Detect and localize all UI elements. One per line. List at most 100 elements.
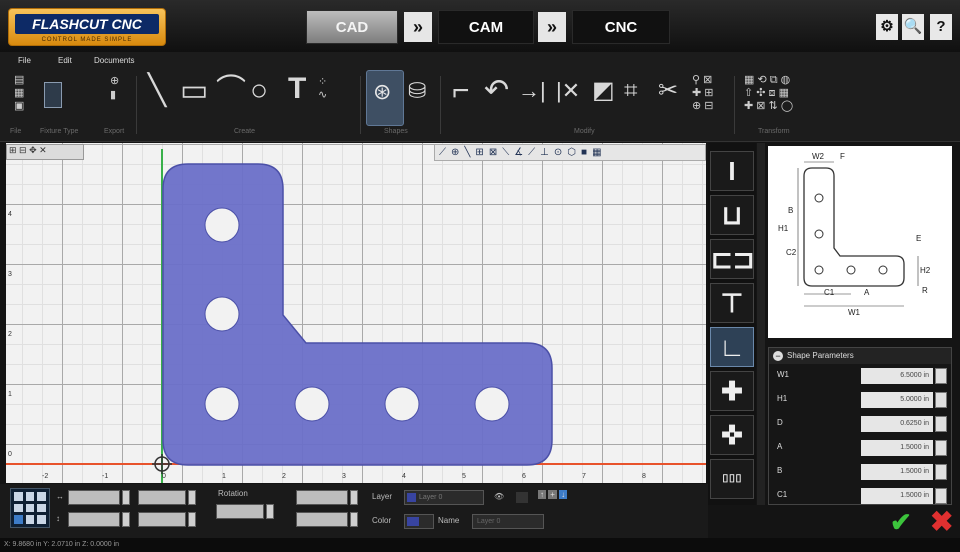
shape-double-channel[interactable]: ⊏⊐ xyxy=(710,239,755,279)
param-h1-input[interactable]: 5.0000 in xyxy=(861,392,933,408)
y-position-spinner[interactable] xyxy=(350,512,358,527)
snap-icon[interactable]: ⟋ xyxy=(439,147,446,158)
width-spinner[interactable] xyxy=(122,490,130,505)
fillet-tool-icon[interactable]: ⌐ xyxy=(452,76,470,106)
view-toolbar[interactable]: ⊞ ⊟ ✥ ✕ xyxy=(6,144,84,160)
new-file-icon[interactable]: ▤ xyxy=(14,74,24,87)
open-file-icon[interactable]: ▦ xyxy=(14,87,24,100)
menu-file[interactable]: File xyxy=(18,56,31,65)
snap-icon[interactable]: ╲ xyxy=(464,147,470,158)
anchor-grid[interactable] xyxy=(10,488,50,528)
param-spinner[interactable] xyxy=(935,416,947,432)
shape-channel[interactable]: ⊔ xyxy=(710,195,754,235)
bracket-hole[interactable] xyxy=(294,386,330,422)
transform-row-1-icon[interactable]: ▦ ⟲ ⧉ ◍ xyxy=(744,74,793,87)
join-tool-icon[interactable]: ◩ xyxy=(592,76,615,106)
layer-down-icon[interactable]: ↓ xyxy=(559,490,568,499)
shape-strip-scrollbar[interactable] xyxy=(757,143,765,505)
color-select[interactable] xyxy=(404,514,434,529)
snap-icon[interactable]: ⊙ xyxy=(554,147,562,158)
snap-icon[interactable]: ⟍ xyxy=(502,147,509,158)
cancel-x-icon[interactable]: ✖ xyxy=(930,505,953,538)
snap-icon[interactable]: ⟋ xyxy=(528,147,535,158)
layer-up-icon[interactable]: ↑ xyxy=(538,490,546,499)
mirror-icon[interactable]: ⚲ ⊠ xyxy=(692,74,714,87)
settings-gear-icon[interactable]: ⚙ xyxy=(876,14,898,40)
snap-icon[interactable]: ⬡ xyxy=(567,147,576,158)
snap-icon[interactable]: ⊕ xyxy=(451,147,459,158)
transform-row-2-icon[interactable]: ⇧ ✣ ⧈ ▦ xyxy=(744,87,793,100)
fixture-type-icon[interactable] xyxy=(44,82,62,108)
text-tool-icon[interactable]: T xyxy=(288,74,306,104)
param-spinner[interactable] xyxy=(935,488,947,504)
param-spinner[interactable] xyxy=(935,392,947,408)
trim-tool-icon[interactable]: →| xyxy=(518,76,546,106)
menu-edit[interactable]: Edit xyxy=(58,56,72,65)
shape-parameters-header[interactable]: − Shape Parameters xyxy=(769,348,951,364)
shape-l-bracket[interactable]: ∟ xyxy=(710,327,754,367)
shape-plate[interactable]: ⌷⌷⌷ xyxy=(710,459,754,499)
bracket-hole[interactable] xyxy=(204,296,240,332)
anchor-point[interactable] xyxy=(37,515,46,524)
spline-tool-icon[interactable]: ∿ xyxy=(318,89,327,102)
height-spinner[interactable] xyxy=(122,512,130,527)
shape-flange[interactable]: ✜ xyxy=(710,415,754,455)
visibility-eye-icon[interactable]: 👁 xyxy=(494,492,504,501)
width-percent-spinner[interactable] xyxy=(188,490,196,505)
width-field[interactable] xyxy=(68,490,120,505)
point-tool-icon[interactable]: ⁘ xyxy=(318,76,327,89)
cad-snap-toolbar[interactable]: ⟋ ⊕ ╲ ⊞ ⊠ ⟍ ∡ ⟋ ⊥ ⊙ ⬡ ■ ▦ xyxy=(434,144,706,161)
snap-icon[interactable]: ∡ xyxy=(514,147,523,158)
explode-icon[interactable]: ⊕ ⊟ xyxy=(692,100,714,113)
offset-tool-icon[interactable]: ⌗ xyxy=(624,76,638,106)
anchor-point[interactable] xyxy=(14,515,23,524)
extend-tool-icon[interactable]: ↶ xyxy=(484,76,509,106)
bracket-hole[interactable] xyxy=(474,386,510,422)
shape-i-beam[interactable]: Ι xyxy=(710,151,754,191)
rectangle-tool-icon[interactable]: ▭ xyxy=(180,76,208,106)
y-position-field[interactable] xyxy=(296,512,348,527)
bracket-hole[interactable] xyxy=(204,386,240,422)
break-tool-icon[interactable]: |✕ xyxy=(556,76,580,106)
width-percent-field[interactable] xyxy=(138,490,186,505)
height-percent-spinner[interactable] xyxy=(188,512,196,527)
snap-icon[interactable]: ▦ xyxy=(592,147,601,158)
param-b-input[interactable]: 1.5000 in xyxy=(861,464,933,480)
snap-icon[interactable]: ⊥ xyxy=(540,147,549,158)
height-field[interactable] xyxy=(68,512,120,527)
snap-icon[interactable]: ⊞ xyxy=(475,147,483,158)
export-file-icon[interactable]: ▮ xyxy=(110,88,119,102)
search-icon[interactable]: 🔍 xyxy=(902,14,924,40)
arc-tool-icon[interactable]: ⌒ xyxy=(216,76,246,106)
tools-icon[interactable]: ✂ xyxy=(658,76,678,106)
param-c1-input[interactable]: 1.5000 in xyxy=(861,488,933,504)
param-spinner[interactable] xyxy=(935,440,947,456)
rotation-spinner[interactable] xyxy=(266,504,274,519)
lock-toggle[interactable] xyxy=(516,492,528,503)
line-tool-icon[interactable]: ╲ xyxy=(148,76,166,106)
help-icon[interactable]: ? xyxy=(930,14,952,40)
x-position-spinner[interactable] xyxy=(350,490,358,505)
param-d-input[interactable]: 0.6250 in xyxy=(861,416,933,432)
save-file-icon[interactable]: ▣ xyxy=(14,100,24,113)
tab-cam[interactable]: CAM xyxy=(438,10,534,44)
bracket-hole[interactable] xyxy=(204,207,240,243)
rotation-field[interactable] xyxy=(216,504,264,519)
shape-tee[interactable]: ⊤ xyxy=(710,283,754,323)
circle-tool-icon[interactable]: ○ xyxy=(250,76,268,106)
name-input[interactable]: Layer 0 xyxy=(472,514,544,529)
height-percent-field[interactable] xyxy=(138,512,186,527)
snap-icon[interactable]: ■ xyxy=(581,147,587,158)
collapse-icon[interactable]: − xyxy=(773,351,783,361)
bracket-hole[interactable] xyxy=(384,386,420,422)
snap-icon[interactable]: ⊠ xyxy=(489,147,497,158)
param-spinner[interactable] xyxy=(935,464,947,480)
transform-row-3-icon[interactable]: ✚ ⊠ ⇅ ◯ xyxy=(744,100,793,113)
anchor-point[interactable] xyxy=(14,503,23,513)
param-w1-input[interactable]: 6.5000 in xyxy=(861,368,933,384)
param-spinner[interactable] xyxy=(935,368,947,384)
tab-cnc[interactable]: CNC xyxy=(572,10,670,44)
anchor-point[interactable] xyxy=(25,492,35,501)
anchor-point[interactable] xyxy=(25,503,35,513)
x-position-field[interactable] xyxy=(296,490,348,505)
